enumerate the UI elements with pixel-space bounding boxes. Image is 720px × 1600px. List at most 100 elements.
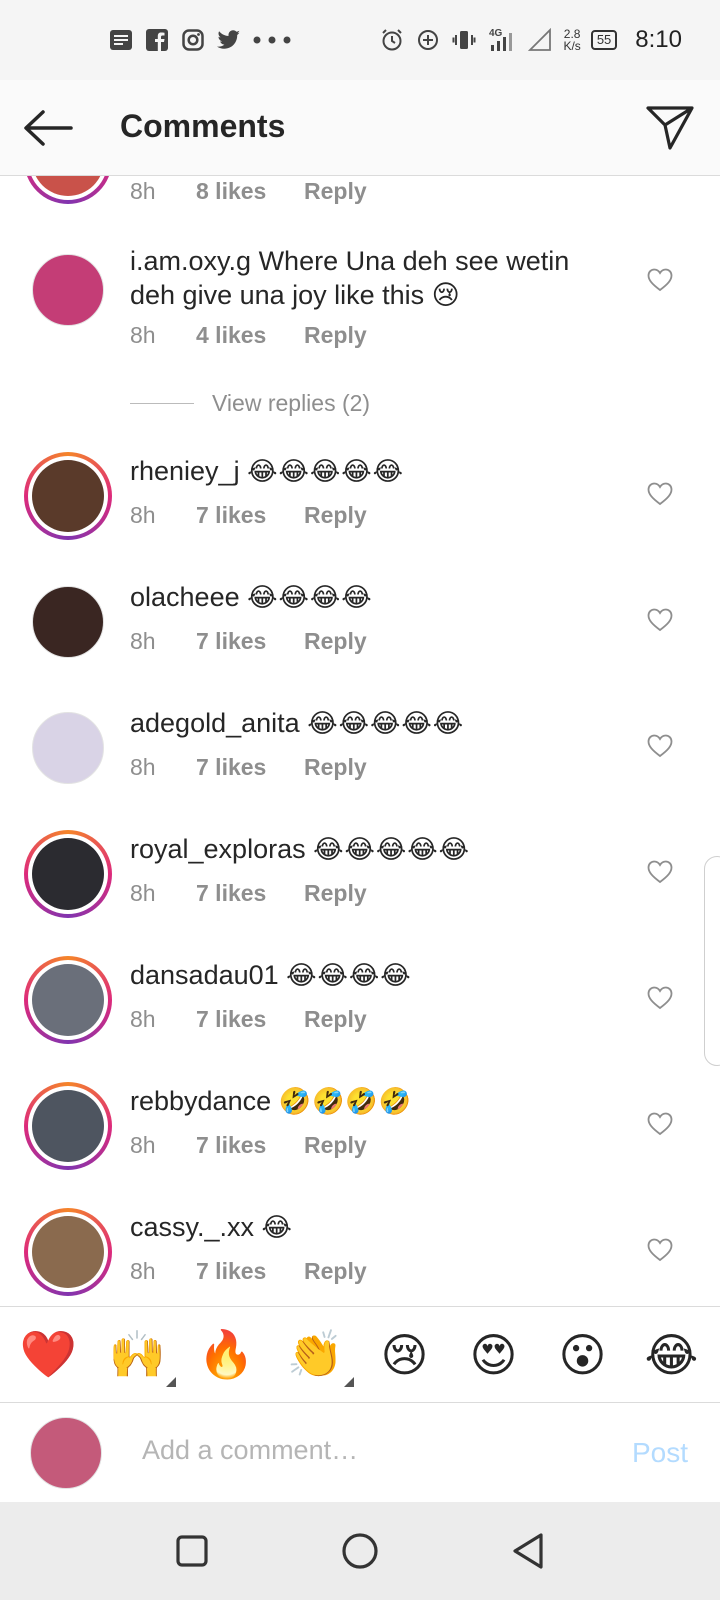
like-button[interactable] [642,476,678,512]
like-button[interactable] [642,728,678,764]
heart-icon [647,482,673,506]
like-button[interactable] [642,1232,678,1268]
avatar[interactable] [24,176,112,204]
back-arrow-icon [24,110,73,146]
back-nav-button[interactable] [504,1527,552,1575]
comment-time: 8h [130,178,156,204]
emoji-laughing-button[interactable]: 😂 [640,1323,704,1387]
comment-likes[interactable]: 7 likes [196,502,304,529]
skin-tone-indicator [165,1376,176,1387]
reply-button[interactable]: Reply [304,1132,367,1159]
avatar[interactable] [24,1208,112,1296]
comment-username[interactable]: rheniey_j [130,456,240,486]
comment-meta: 8h 7 likes Reply [130,628,367,655]
comment-likes[interactable]: 7 likes [196,754,304,781]
comment-username[interactable]: dansadau01 [130,960,279,990]
avatar[interactable] [24,1082,112,1170]
comment-meta: 8h 7 likes Reply [130,880,367,907]
svg-text:4G: 4G [489,28,503,39]
emoji-surprised-button[interactable]: 😮 [551,1323,615,1387]
avatar[interactable] [24,704,112,792]
comment-likes[interactable]: 7 likes [196,880,304,907]
comment-username[interactable]: i.am.oxy.g [130,246,251,276]
like-button[interactable] [642,854,678,890]
reply-button[interactable]: Reply [304,1006,367,1033]
heart-icon [647,1112,673,1136]
comment-composer: Post [0,1402,720,1502]
status-right-icons: 4G 2.8 K/s 55 8:10 [379,26,682,54]
signal-4g-icon: 4G [487,27,517,53]
comment-body: 😂😂😂😂 [247,582,373,612]
home-button[interactable] [336,1527,384,1575]
comment-meta: 8h 7 likes Reply [130,754,367,781]
emoji-fire-button[interactable]: 🔥 [195,1323,259,1387]
status-time: 8:10 [635,26,682,53]
reply-button[interactable]: Reply [304,1258,367,1285]
avatar[interactable] [24,246,112,334]
signal-empty-icon [527,27,553,53]
reply-button[interactable]: Reply [304,322,367,349]
like-button[interactable] [642,1106,678,1142]
comment-likes[interactable]: 8 likes [196,178,304,205]
comments-list[interactable]: 8h 8 likes Reply i.am.oxy.g Where Una de… [0,176,720,1306]
back-button[interactable] [20,100,76,156]
comment-time: 8h [130,1132,156,1158]
avatar[interactable] [24,578,112,666]
comment-meta: 8h 7 likes Reply [130,1258,367,1285]
comment-likes[interactable]: 7 likes [196,628,304,655]
share-button[interactable] [640,98,700,158]
reply-button[interactable]: Reply [304,178,367,205]
comment-body: 😂😂😂😂😂 [313,834,471,864]
like-button[interactable] [642,602,678,638]
view-replies-button[interactable]: View replies (2) [130,390,370,417]
heart-icon [647,860,673,884]
comment-time: 8h [130,754,156,780]
emoji-raised-hands: 🙌 [108,1328,167,1380]
status-bar: 4G 2.8 K/s 55 8:10 [0,0,720,80]
reply-button[interactable]: Reply [304,628,367,655]
data-saver-icon [415,27,441,53]
skin-tone-indicator [343,1376,354,1387]
comment-username[interactable]: adegold_anita [130,708,300,738]
comment-input[interactable] [142,1435,562,1466]
comment-likes[interactable]: 7 likes [196,1006,304,1033]
comment-username[interactable]: rebbydance [130,1086,271,1116]
like-button[interactable] [642,262,678,298]
like-button[interactable] [642,980,678,1016]
reply-button[interactable]: Reply [304,880,367,907]
emoji-crying-button[interactable]: 😢 [373,1323,437,1387]
comment-text: cassy._.xx 😂 [130,1210,600,1244]
comments-header: Comments [0,80,720,176]
comment-body: 😂 [261,1212,293,1242]
emoji-clap-button[interactable]: 👏 [284,1323,354,1387]
comment-username[interactable]: olacheee [130,582,240,612]
heart-icon [647,608,673,632]
view-replies-line [130,403,194,404]
comment-body: 🤣🤣🤣🤣 [278,1086,413,1116]
comment-likes[interactable]: 7 likes [196,1132,304,1159]
comment-likes[interactable]: 4 likes [196,322,304,349]
comment-meta: 8h 7 likes Reply [130,502,367,529]
comment-time: 8h [130,502,156,528]
comment-body: 😂😂😂😂😂 [307,708,465,738]
reply-button[interactable]: Reply [304,754,367,781]
recents-button[interactable] [168,1527,216,1575]
scroll-handle[interactable] [704,856,720,1066]
comment-username[interactable]: royal_exploras [130,834,306,864]
circle-icon [342,1533,378,1569]
reply-button[interactable]: Reply [304,502,367,529]
emoji-raised-hands-button[interactable]: 🙌 [106,1323,176,1387]
more-dots-icon [252,27,292,53]
comment-time: 8h [130,880,156,906]
comment-username[interactable]: cassy._.xx [130,1212,254,1242]
avatar[interactable] [24,956,112,1044]
emoji-heart-button[interactable]: ❤️ [17,1323,81,1387]
comment-meta: 8h 7 likes Reply [130,1132,367,1159]
post-button[interactable]: Post [632,1437,688,1469]
comment-likes[interactable]: 7 likes [196,1258,304,1285]
comment-text: adegold_anita 😂😂😂😂😂 [130,706,600,740]
avatar[interactable] [24,830,112,918]
comment-text: royal_exploras 😂😂😂😂😂 [130,832,600,866]
avatar[interactable] [24,452,112,540]
emoji-heart-eyes-button[interactable]: 😍 [462,1323,526,1387]
